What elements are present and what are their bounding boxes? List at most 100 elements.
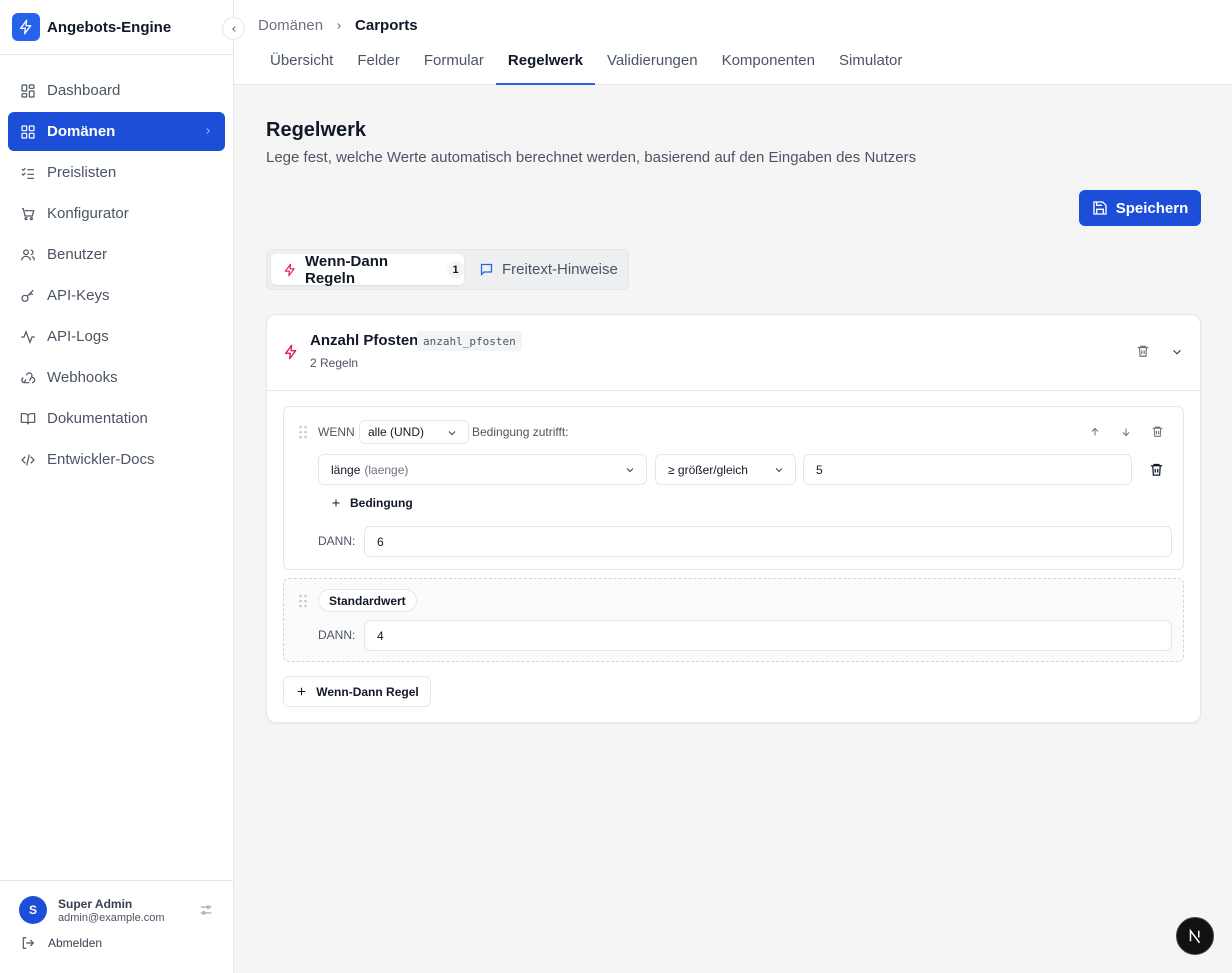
tab-label: Wenn-Dann Regeln	[305, 252, 389, 287]
tab-regelwerk[interactable]: Regelwerk	[495, 48, 596, 85]
webhook-icon	[20, 370, 36, 386]
tab-uebersicht[interactable]: Übersicht	[258, 48, 345, 85]
code-icon	[20, 452, 36, 468]
default-value-input[interactable]: 4	[364, 620, 1172, 651]
field-rules-card: Anzahl Pfosten anzahl_pfosten 2 Regeln W…	[266, 314, 1201, 723]
cart-icon	[20, 206, 36, 222]
if-label: WENN	[318, 425, 355, 439]
card-header[interactable]: Anzahl Pfosten anzahl_pfosten 2 Regeln	[267, 315, 1200, 391]
default-value-pill: Standardwert	[318, 589, 417, 612]
brand[interactable]: Angebots-Engine	[0, 0, 233, 55]
user-area: S Super Admin admin@example.com Abmelden	[0, 880, 233, 973]
sidebar-item-benutzer[interactable]: Benutzer	[8, 235, 225, 274]
chevron-down-icon	[624, 464, 636, 476]
then-value-input[interactable]: 6	[364, 526, 1172, 557]
add-condition-label: Bedingung	[350, 496, 413, 510]
sidebar-item-label: Domänen	[47, 123, 116, 140]
logout-button[interactable]: Abmelden	[0, 924, 233, 950]
breadcrumb-current: Carports	[355, 17, 418, 34]
tab-freitext-hinweise[interactable]: Freitext-Hinweise	[473, 254, 618, 285]
field-key: anzahl_pfosten	[417, 331, 522, 351]
nextjs-dev-icon[interactable]	[1176, 917, 1214, 955]
tab-felder[interactable]: Felder	[345, 48, 412, 85]
sidebar-item-label: Konfigurator	[47, 205, 129, 222]
rule-type-tabs: Wenn-Dann Regeln 1 Freitext-Hinweise	[266, 249, 629, 290]
rule-item: WENN alle (UND) Bedingung zutrifft: läng…	[283, 406, 1184, 570]
save-label: Speichern	[1115, 199, 1189, 217]
message-icon	[479, 262, 494, 277]
arrow-down-icon[interactable]	[1120, 426, 1132, 438]
trash-icon[interactable]	[1149, 462, 1164, 477]
sidebar-item-api-logs[interactable]: API-Logs	[8, 317, 225, 356]
then-label: DANN:	[318, 534, 356, 548]
logout-icon	[21, 936, 35, 950]
book-icon	[20, 411, 36, 427]
sidebar-item-preislisten[interactable]: Preislisten	[8, 153, 225, 192]
sidebar-collapse-button[interactable]	[222, 17, 245, 40]
tab-formular[interactable]: Formular	[412, 48, 496, 85]
condition-field-key: (laenge)	[364, 462, 409, 477]
add-rule-label: Wenn-Dann Regel	[316, 684, 419, 699]
rule-count: 2 Regeln	[310, 356, 359, 370]
plus-icon	[295, 685, 308, 698]
save-icon	[1092, 200, 1108, 216]
default-rule-item: Standardwert DANN: 4	[283, 578, 1184, 662]
chevron-down-icon[interactable]	[1170, 345, 1184, 359]
user-name: Super Admin	[58, 896, 133, 911]
sidebar-item-konfigurator[interactable]: Konfigurator	[8, 194, 225, 233]
activity-icon	[20, 329, 36, 345]
sidebar-item-entwickler-docs[interactable]: Entwickler-Docs	[8, 440, 225, 479]
sidebar-item-dokumentation[interactable]: Dokumentation	[8, 399, 225, 438]
sidebar-item-api-keys[interactable]: API-Keys	[8, 276, 225, 315]
add-condition-button[interactable]: Bedingung	[330, 496, 413, 510]
lightning-icon	[283, 263, 297, 277]
logout-label: Abmelden	[48, 936, 103, 950]
sidebar-item-label: Entwickler-Docs	[47, 451, 155, 468]
count-badge: 1	[447, 261, 464, 278]
breadcrumb: Domänen Carports	[258, 17, 418, 34]
condition-field-select[interactable]: länge (laenge)	[318, 454, 647, 485]
sidebar-item-dashboard[interactable]: Dashboard	[8, 71, 225, 110]
logic-select[interactable]: alle (UND)	[359, 420, 469, 444]
condition-value-input[interactable]: 5	[803, 454, 1132, 485]
tab-bar: Übersicht Felder Formular Regelwerk Vali…	[258, 48, 914, 85]
drag-handle-icon[interactable]	[298, 425, 308, 439]
trash-icon[interactable]	[1136, 344, 1150, 358]
sidebar-item-label: API-Logs	[47, 328, 109, 345]
key-icon	[20, 288, 36, 304]
sidebar-item-label: Dokumentation	[47, 410, 148, 427]
chevron-down-icon	[773, 464, 785, 476]
tab-validierungen[interactable]: Validierungen	[595, 48, 710, 85]
sidebar-nav: Dashboard Domänen Preislisten Konfigurat…	[0, 55, 233, 479]
chevron-down-icon	[446, 427, 458, 439]
operator-select[interactable]: ≥ größer/gleich	[655, 454, 796, 485]
lightning-icon	[12, 13, 40, 41]
chevron-right-icon	[334, 20, 344, 32]
tab-simulator[interactable]: Simulator	[827, 48, 914, 85]
breadcrumb-parent[interactable]: Domänen	[258, 17, 323, 34]
grid-icon	[20, 124, 36, 140]
field-name: Anzahl Pfosten	[310, 332, 419, 349]
sidebar: Angebots-Engine Dashboard Domänen Preisl…	[0, 0, 245, 973]
plus-icon	[330, 497, 342, 509]
sidebar-item-webhooks[interactable]: Webhooks	[8, 358, 225, 397]
users-icon	[20, 247, 36, 263]
topbar: Domänen Carports Übersicht Felder Formul…	[234, 0, 1232, 85]
arrow-up-icon[interactable]	[1089, 426, 1101, 438]
sidebar-item-domaenen[interactable]: Domänen	[8, 112, 225, 151]
tab-wenn-dann-regeln[interactable]: Wenn-Dann Regeln 1	[271, 252, 464, 287]
chevron-left-icon	[231, 25, 236, 32]
then-label: DANN:	[318, 628, 356, 642]
save-button[interactable]: Speichern	[1079, 190, 1201, 226]
chevron-right-icon	[203, 124, 213, 142]
brand-title: Angebots-Engine	[47, 18, 172, 36]
drag-handle-icon[interactable]	[298, 594, 308, 608]
add-rule-button[interactable]: Wenn-Dann Regel	[283, 676, 431, 707]
sidebar-item-label: Benutzer	[47, 246, 108, 263]
sliders-icon[interactable]	[199, 903, 213, 922]
trash-icon[interactable]	[1151, 425, 1164, 438]
lightning-icon	[283, 344, 299, 360]
avatar: S	[19, 896, 47, 924]
page-subtitle: Lege fest, welche Werte automatisch bere…	[266, 149, 917, 166]
tab-komponenten[interactable]: Komponenten	[710, 48, 827, 85]
